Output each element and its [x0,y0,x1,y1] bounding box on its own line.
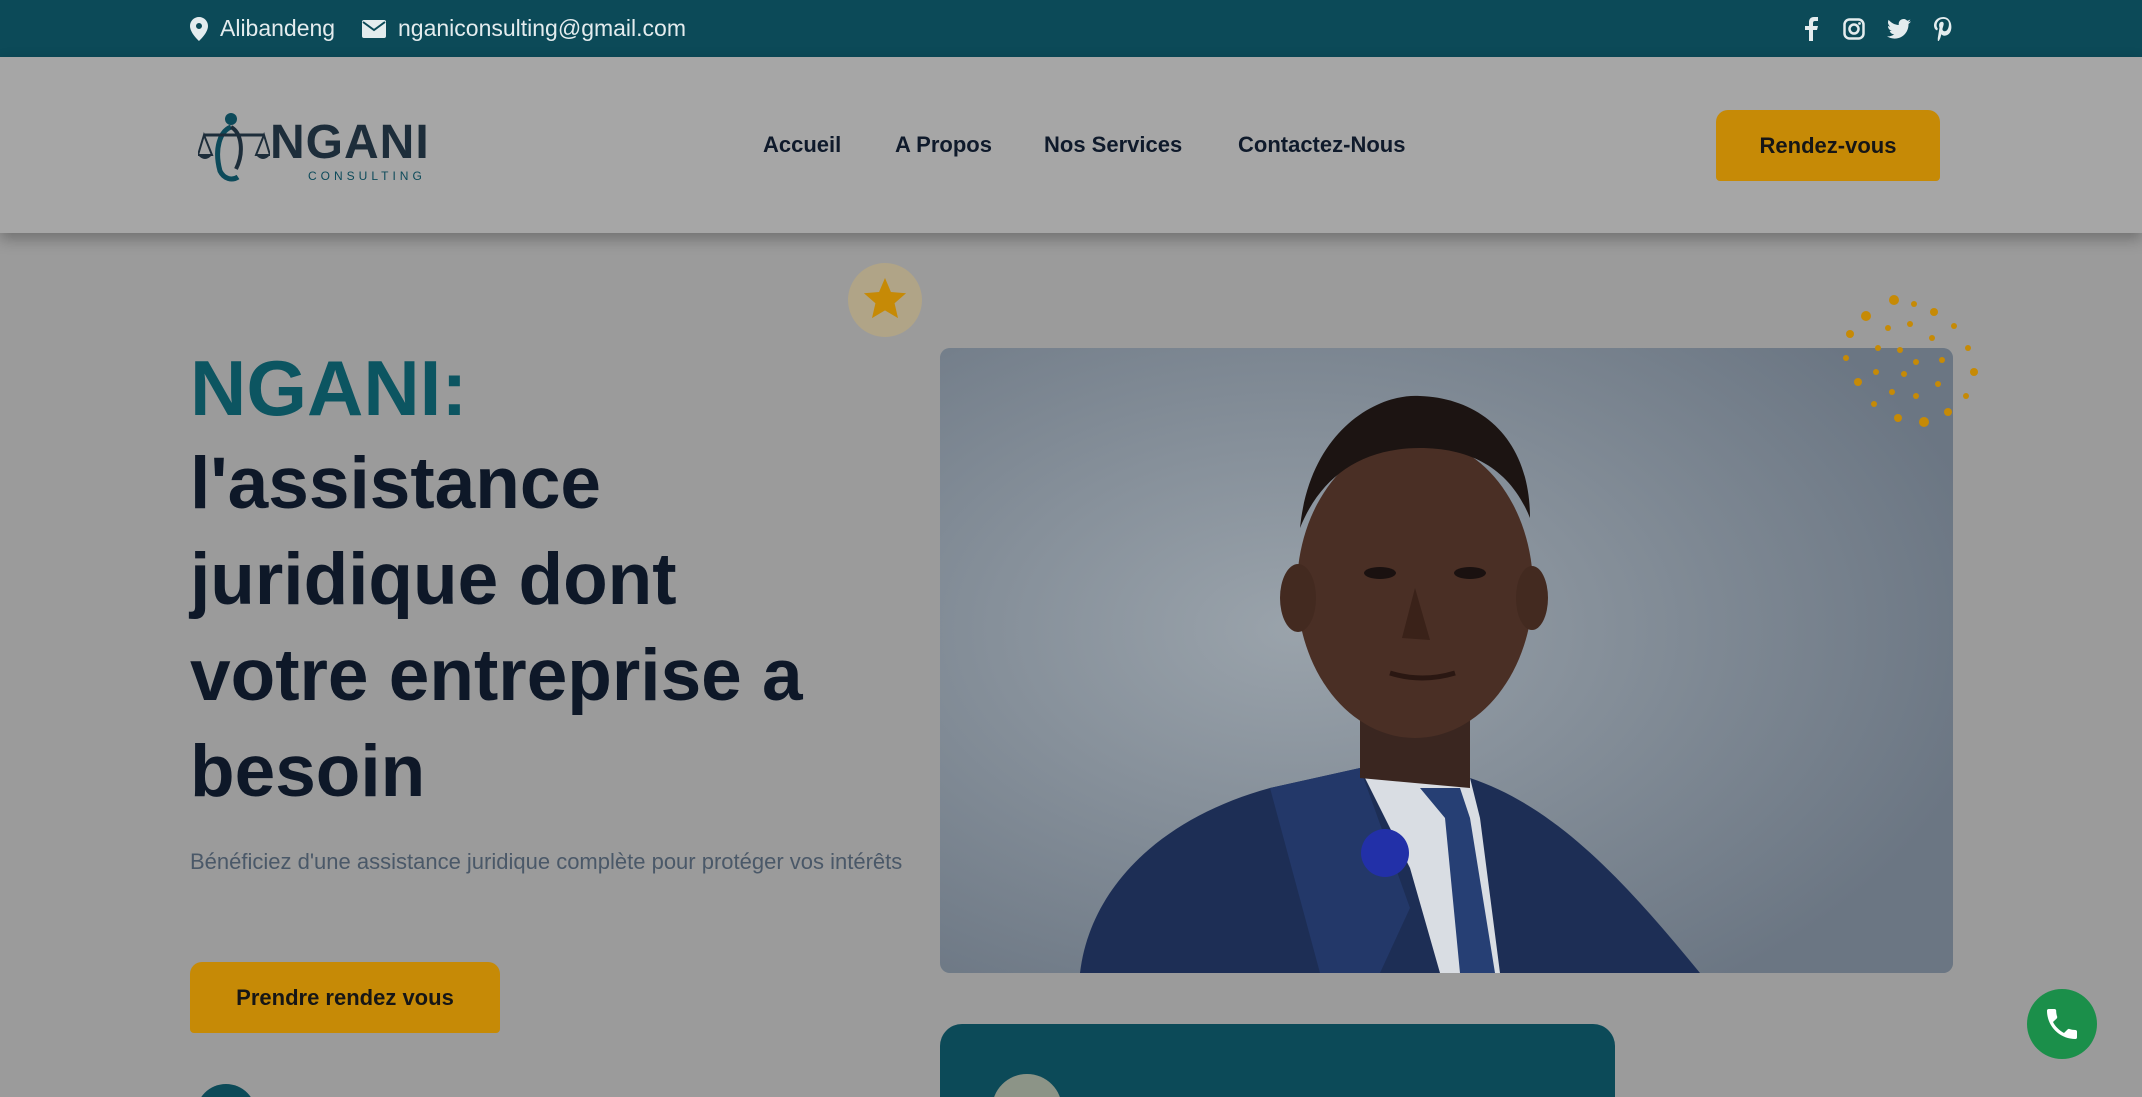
main-header: NGANI CONSULTING Accueil A Propos Nos Se… [0,57,2142,233]
hero-title: l'assistance juridique dont votre entrep… [190,436,890,820]
top-bar: Alibandeng nganiconsulting@gmail.com [0,0,2142,57]
feature-card-icon [992,1074,1062,1097]
map-pin-icon [190,16,208,41]
decorative-dot-pattern [1843,295,1978,427]
hero-portrait-image [940,348,1953,973]
pinterest-link[interactable] [1926,0,1960,57]
envelope-icon [362,19,386,38]
instagram-link[interactable] [1837,0,1871,57]
portrait-illustration [940,348,1953,973]
rendez-vous-button[interactable]: Rendez-vous [1716,110,1940,181]
location-text: Alibandeng [220,15,336,41]
logo[interactable]: NGANI CONSULTING [198,109,429,184]
nav-contactez-nous[interactable]: Contactez-Nous [1238,57,1405,233]
twitter-link[interactable] [1882,0,1916,57]
facebook-icon [1805,16,1818,41]
nav-a-propos[interactable]: A Propos [895,57,992,233]
hero-title-line: besoin [190,731,426,812]
email-info[interactable]: nganiconsulting@gmail.com [362,0,686,57]
star-badge [848,263,922,337]
scales-of-justice-icon [198,113,270,182]
hero-title-line: l'assistance [190,443,602,524]
location-info: Alibandeng [190,0,335,57]
hero-title-line: votre entreprise a [190,635,803,716]
nav-accueil[interactable]: Accueil [763,57,841,233]
nav-nos-services[interactable]: Nos Services [1044,57,1182,233]
hero-subtitle: Bénéficiez d'une assistance juridique co… [190,849,903,874]
feature-card [940,1024,1615,1097]
logo-subtitle: CONSULTING [308,169,426,183]
prendre-rendez-vous-button[interactable]: Prendre rendez vous [190,962,500,1033]
feature-icon-circle [196,1084,256,1097]
pinterest-icon [1934,16,1952,41]
whatsapp-button[interactable] [2027,989,2097,1059]
facebook-link[interactable] [1794,0,1828,57]
instagram-icon [1843,17,1865,40]
phone-icon [2047,1009,2077,1039]
hero-kicker: NGANI: [190,344,468,432]
twitter-icon [1887,18,1911,39]
email-text: nganiconsulting@gmail.com [398,15,686,41]
star-icon [863,278,907,319]
logo-wordmark: NGANI [270,116,430,169]
hero-title-line: juridique dont [190,539,677,620]
